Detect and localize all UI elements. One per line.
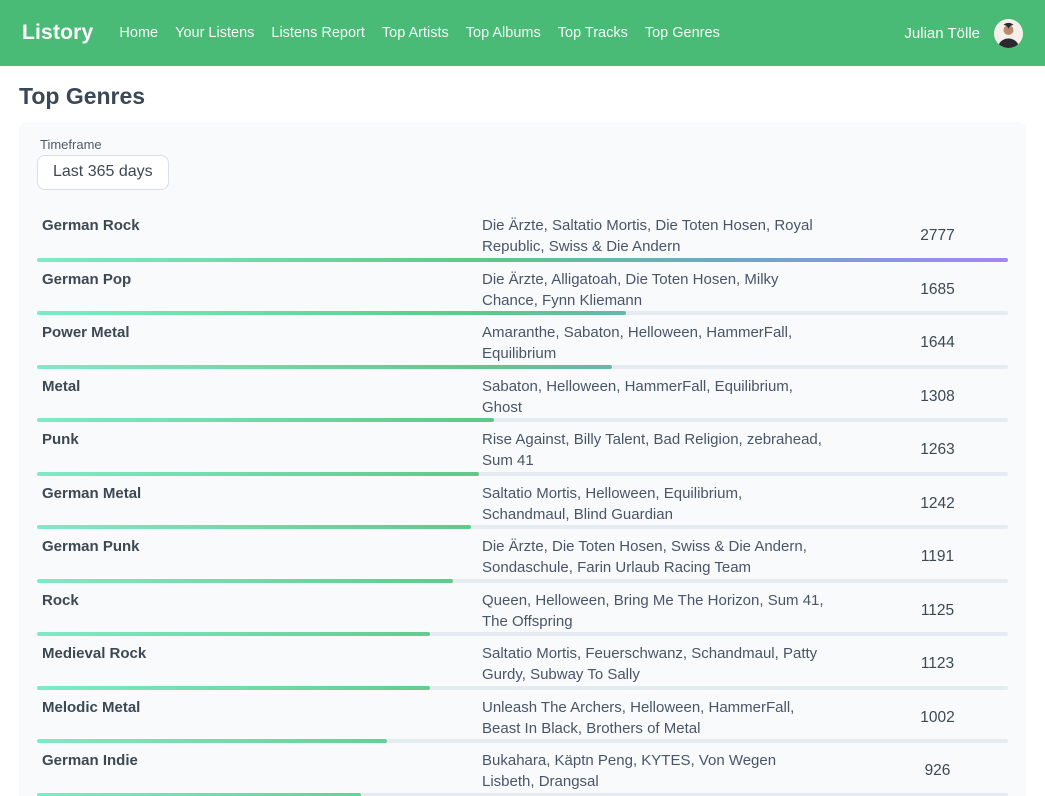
genre-artists-cell: Amaranthe, Sabaton, Helloween, HammerFal… <box>482 322 867 364</box>
brand-logo[interactable]: Listory <box>22 21 93 45</box>
genre-artists: Amaranthe, Sabaton, Helloween, HammerFal… <box>482 322 832 364</box>
genre-row: German Indie Bukahara, Käptn Peng, KYTES… <box>37 743 1008 796</box>
genre-count: 1685 <box>867 281 1008 299</box>
genre-artists: Bukahara, Käptn Peng, KYTES, Von Wegen L… <box>482 750 832 792</box>
nav-item-top-albums[interactable]: Top Albums <box>466 25 541 41</box>
user-avatar-image <box>994 19 1023 48</box>
genre-name: German Punk <box>37 536 482 578</box>
genre-artists-cell: Sabaton, Helloween, HammerFall, Equilibr… <box>482 376 867 418</box>
genre-count: 1002 <box>867 709 1008 727</box>
genre-artists-cell: Saltatio Mortis, Helloween, Equilibrium,… <box>482 483 867 525</box>
timeframe-value: Last 365 days <box>53 163 153 180</box>
nav-item-top-artists[interactable]: Top Artists <box>382 25 449 41</box>
genre-name: German Metal <box>37 483 482 525</box>
genre-artists-cell: Bukahara, Käptn Peng, KYTES, Von Wegen L… <box>482 750 867 792</box>
genre-row: German Punk Die Ärzte, Die Toten Hosen, … <box>37 529 1008 583</box>
genre-row: Power Metal Amaranthe, Sabaton, Hellowee… <box>37 315 1008 369</box>
genre-name: German Indie <box>37 750 482 792</box>
navbar: Listory Home Your Listens Listens Report To… <box>0 0 1045 66</box>
timeframe-select[interactable]: Last 365 days <box>37 155 169 190</box>
genre-artists: Die Ärzte, Alligatoah, Die Toten Hosen, … <box>482 269 832 311</box>
timeframe-label: Timeframe <box>40 137 1008 152</box>
genre-name: Power Metal <box>37 322 482 364</box>
genre-row: Metal Sabaton, Helloween, HammerFall, Eq… <box>37 369 1008 423</box>
genre-count: 1125 <box>867 602 1008 620</box>
genre-artists: Rise Against, Billy Talent, Bad Religion… <box>482 429 832 471</box>
nav-item-top-tracks[interactable]: Top Tracks <box>558 25 628 41</box>
genre-row: German Pop Die Ärzte, Alligatoah, Die To… <box>37 262 1008 316</box>
nav-links: Home Your Listens Listens Report Top Artist… <box>119 25 904 41</box>
genre-count: 1308 <box>867 388 1008 406</box>
genre-count: 1263 <box>867 441 1008 459</box>
genre-name: Medieval Rock <box>37 643 482 685</box>
genre-name: German Rock <box>37 215 482 257</box>
genre-count: 1242 <box>867 495 1008 513</box>
genre-bar-fill <box>37 793 361 796</box>
nav-item-top-genres[interactable]: Top Genres <box>645 25 720 41</box>
genre-artists: Sabaton, Helloween, HammerFall, Equilibr… <box>482 376 832 418</box>
page-title: Top Genres <box>19 82 1026 110</box>
user-avatar[interactable] <box>994 19 1023 48</box>
genre-row: German Rock Die Ärzte, Saltatio Mortis, … <box>37 208 1008 262</box>
genre-artists: Saltatio Mortis, Helloween, Equilibrium,… <box>482 483 832 525</box>
nav-user-area: Julian Tölle <box>904 19 1023 48</box>
genre-artists-cell: Die Ärzte, Alligatoah, Die Toten Hosen, … <box>482 269 867 311</box>
genre-artists: Die Ärzte, Saltatio Mortis, Die Toten Ho… <box>482 215 832 257</box>
genre-row: Melodic Metal Unleash The Archers, Hello… <box>37 690 1008 744</box>
user-name[interactable]: Julian Tölle <box>904 25 980 42</box>
genre-name: Rock <box>37 590 482 632</box>
genre-artists-cell: Die Ärzte, Saltatio Mortis, Die Toten Ho… <box>482 215 867 257</box>
genre-count: 1123 <box>867 655 1008 673</box>
main-content: Top Genres Timeframe Last 365 days Germa… <box>0 82 1045 796</box>
genre-count: 926 <box>867 762 1008 780</box>
genre-row: German Metal Saltatio Mortis, Helloween,… <box>37 476 1008 530</box>
genre-count: 1191 <box>867 548 1008 566</box>
genre-count: 2777 <box>867 227 1008 245</box>
genres-card: Timeframe Last 365 days German Rock Die … <box>19 122 1026 796</box>
genre-artists: Unleash The Archers, Helloween, HammerFa… <box>482 697 832 739</box>
genre-artists-cell: Saltatio Mortis, Feuerschwanz, Schandmau… <box>482 643 867 685</box>
nav-item-listens-report[interactable]: Listens Report <box>271 25 365 41</box>
genre-name: Punk <box>37 429 482 471</box>
genre-bar-track <box>37 793 1008 796</box>
genre-artists: Die Ärzte, Die Toten Hosen, Swiss & Die … <box>482 536 832 578</box>
genre-artists-cell: Queen, Helloween, Bring Me The Horizon, … <box>482 590 867 632</box>
nav-item-home[interactable]: Home <box>119 25 158 41</box>
genre-artists-cell: Unleash The Archers, Helloween, HammerFa… <box>482 697 867 739</box>
genre-count: 1644 <box>867 334 1008 352</box>
genres-list: German Rock Die Ärzte, Saltatio Mortis, … <box>37 208 1008 796</box>
genre-name: Melodic Metal <box>37 697 482 739</box>
genre-artists-cell: Rise Against, Billy Talent, Bad Religion… <box>482 429 867 471</box>
genre-artists: Saltatio Mortis, Feuerschwanz, Schandmau… <box>482 643 832 685</box>
genre-name: German Pop <box>37 269 482 311</box>
genre-artists: Queen, Helloween, Bring Me The Horizon, … <box>482 590 832 632</box>
genre-row: Punk Rise Against, Billy Talent, Bad Rel… <box>37 422 1008 476</box>
nav-item-your-listens[interactable]: Your Listens <box>175 25 254 41</box>
genre-name: Metal <box>37 376 482 418</box>
genre-row: Rock Queen, Helloween, Bring Me The Hori… <box>37 583 1008 637</box>
genre-row: Medieval Rock Saltatio Mortis, Feuerschw… <box>37 636 1008 690</box>
genre-artists-cell: Die Ärzte, Die Toten Hosen, Swiss & Die … <box>482 536 867 578</box>
